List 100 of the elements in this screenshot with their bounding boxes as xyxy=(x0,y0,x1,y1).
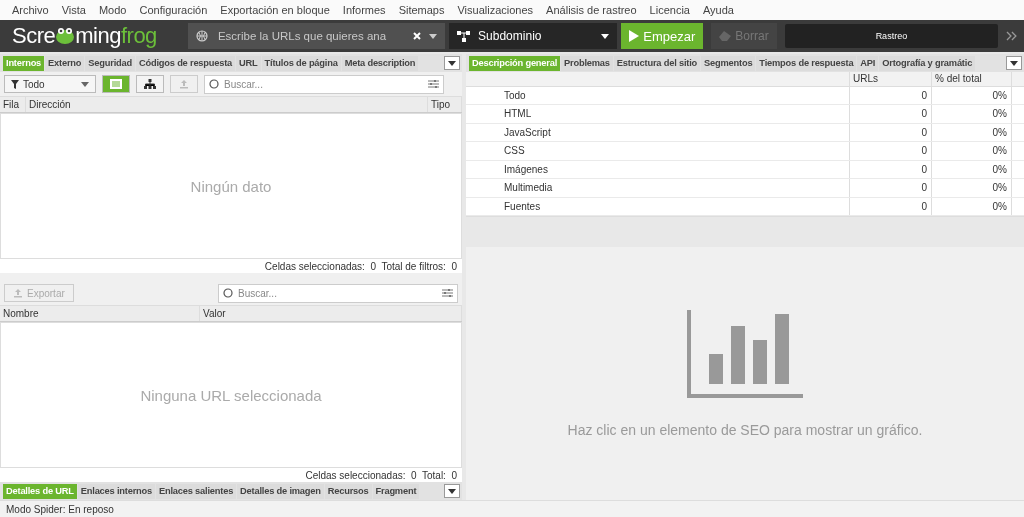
bar-chart-icon xyxy=(687,309,803,398)
mode-dropdown[interactable]: Subdominio xyxy=(449,23,618,49)
table-cell: HTML xyxy=(466,105,850,123)
frog-logo-icon xyxy=(55,27,76,45)
logo-text: ming xyxy=(75,23,121,49)
url-bar[interactable]: Escribe la URLs que quieres ana xyxy=(187,23,446,49)
table-cell: 0 xyxy=(850,160,932,178)
caret-icon xyxy=(81,81,89,87)
tab[interactable]: Problemas xyxy=(561,55,613,71)
more-tabs-button[interactable] xyxy=(444,56,460,70)
logo-text: frog xyxy=(120,23,157,49)
selection-status: Celdas seleccionadas: 0 Total de filtros: 0 xyxy=(264,260,457,272)
tab[interactable]: Fragment xyxy=(372,483,420,499)
double-chevron-icon[interactable] xyxy=(1006,31,1018,41)
more-tabs-button[interactable] xyxy=(1006,56,1022,70)
table-cell: JavaScript xyxy=(466,123,850,142)
tab[interactable]: Segmentos xyxy=(701,55,756,71)
column-header[interactable]: Fila xyxy=(0,97,26,112)
column-header[interactable]: Valor xyxy=(200,306,462,321)
tab[interactable]: Tiempos de respuesta xyxy=(756,55,857,71)
table-cell: CSS xyxy=(466,142,850,160)
tab[interactable]: Externo xyxy=(45,55,85,71)
tab[interactable]: Detalles de imagen xyxy=(237,483,324,499)
view-toggle-button[interactable] xyxy=(136,75,164,93)
menu-item[interactable]: Exportación en bloque xyxy=(220,4,330,16)
table-cell: 0% xyxy=(932,123,1012,142)
table-cell: 0 xyxy=(850,86,932,105)
filter-settings-icon[interactable] xyxy=(442,288,453,298)
table-cell: Imágenes xyxy=(466,160,850,178)
caret-icon xyxy=(448,60,456,66)
tree-icon xyxy=(144,79,156,89)
logo-text: Scre xyxy=(12,23,56,49)
menu-item[interactable]: Licencia xyxy=(649,4,690,16)
tab[interactable]: Recursos xyxy=(324,483,372,499)
url-input[interactable]: Escribe la URLs que quieres ana xyxy=(215,29,406,43)
globe-icon xyxy=(195,30,208,42)
tab[interactable]: Enlaces internos xyxy=(77,483,155,499)
progress-label: Rastreo xyxy=(875,31,908,41)
tab[interactable]: Seguridad xyxy=(85,55,135,71)
chart-hint: Haz clic en un elemento de SEO para mostrar un gráfico. xyxy=(567,421,923,438)
table-cell: 0% xyxy=(932,160,1012,178)
search-bar[interactable]: Buscar... xyxy=(218,283,458,303)
column-header[interactable]: Dirección xyxy=(26,97,428,112)
table-cell: Multimedia xyxy=(466,179,850,197)
search-bar[interactable]: Buscar... xyxy=(204,74,444,94)
tab[interactable]: Enlaces salientes xyxy=(156,483,237,499)
menu-item[interactable]: Sitemaps xyxy=(398,4,445,16)
search-icon xyxy=(209,79,219,89)
table-cell: 0 xyxy=(850,179,932,197)
tab[interactable]: API xyxy=(857,55,879,71)
table-cell: Todo xyxy=(466,86,850,105)
table-cell: Fuentes xyxy=(466,197,850,215)
table-cell: 0% xyxy=(932,105,1012,123)
column-header[interactable]: Tipo xyxy=(428,97,462,112)
list-icon xyxy=(110,79,122,89)
menu-item[interactable]: Informes xyxy=(342,4,386,16)
tab[interactable]: Códigos de respuesta xyxy=(135,55,236,71)
menu-item[interactable]: Visualizaciones xyxy=(457,4,534,16)
caret-icon xyxy=(1010,60,1018,66)
table-cell: 0% xyxy=(932,86,1012,105)
column-header[interactable]: URLs xyxy=(850,72,932,86)
column-header[interactable]: % del total xyxy=(932,72,1012,86)
tab[interactable]: Títulos de página xyxy=(261,55,341,71)
selection-status: Celdas seleccionadas: 0 Total: 0 xyxy=(305,469,457,481)
filter-settings-icon[interactable] xyxy=(428,79,439,89)
caret-icon xyxy=(601,33,610,39)
filter-dropdown[interactable]: Todo xyxy=(4,75,96,93)
table-cell: 0 xyxy=(850,142,932,160)
empty-message: Ningún dato xyxy=(190,177,272,195)
menu-item[interactable]: Ayuda xyxy=(702,4,734,16)
eraser-icon xyxy=(719,31,732,41)
menu-item[interactable]: Configuración xyxy=(139,4,208,16)
upload-icon xyxy=(179,79,189,89)
menu-item[interactable]: Modo xyxy=(98,4,127,16)
tab[interactable]: Estructura del sitio xyxy=(613,55,701,71)
view-toggle-button[interactable] xyxy=(102,75,130,93)
empty-message: Ninguna URL seleccionada xyxy=(140,386,322,404)
column-header[interactable]: Nombre xyxy=(0,306,200,321)
table-cell: 0% xyxy=(932,179,1012,197)
funnel-icon xyxy=(11,79,19,89)
play-icon xyxy=(629,30,640,42)
tab[interactable]: Ortografía y gramátic xyxy=(879,55,976,71)
more-tabs-button[interactable] xyxy=(444,484,460,498)
upload-icon xyxy=(13,288,23,298)
status-text: Modo Spider: En reposo xyxy=(6,503,114,515)
table-cell: 0 xyxy=(850,123,932,142)
close-icon[interactable] xyxy=(413,32,422,40)
caret-icon xyxy=(448,488,456,494)
sitemap-icon xyxy=(457,30,471,42)
tab[interactable]: URL xyxy=(236,55,261,71)
table-cell: 0% xyxy=(932,197,1012,215)
menu-item[interactable]: Análisis de rastreo xyxy=(546,4,637,16)
menu-item[interactable]: Vista xyxy=(61,4,86,16)
caret-icon xyxy=(429,33,438,39)
tab[interactable]: Meta description xyxy=(341,55,419,71)
table-cell: 0 xyxy=(850,105,932,123)
menu-item[interactable]: Archivo xyxy=(12,4,49,16)
table-cell: 0 xyxy=(850,197,932,215)
search-icon xyxy=(223,288,233,298)
table-cell: 0% xyxy=(932,142,1012,160)
